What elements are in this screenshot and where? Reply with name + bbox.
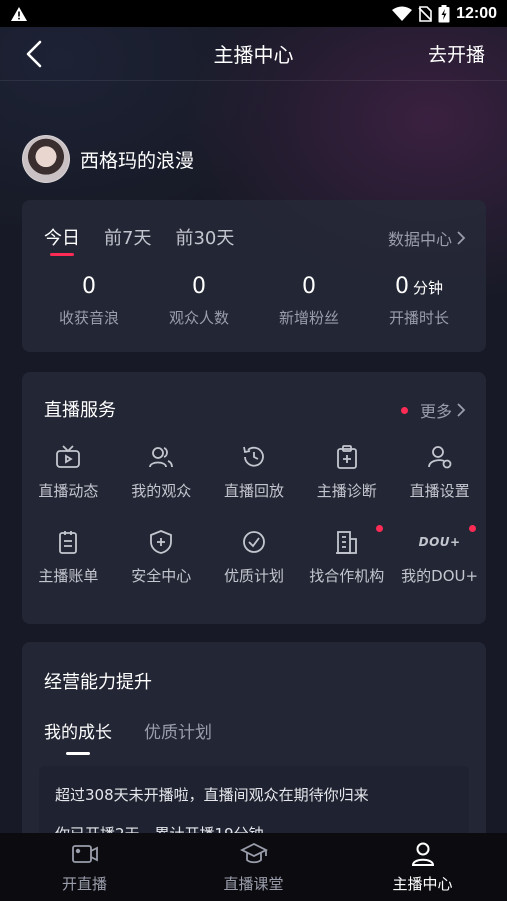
- replay-icon: [243, 446, 264, 467]
- tab-label: 我的成长: [44, 723, 112, 743]
- camera-icon: [71, 845, 98, 863]
- section-title: 经营能力提升: [44, 672, 152, 693]
- stat-value: 0: [394, 274, 409, 299]
- notification-dot: [376, 525, 384, 532]
- service-label: 优质计划: [223, 567, 284, 585]
- stats-row: 0 收获音浪 0 观众人数 0 新增粉丝 0 分钟 开播时长: [22, 274, 486, 328]
- data-center-label: 数据中心: [387, 230, 452, 249]
- service-label: 直播动态: [38, 482, 99, 500]
- graduation-cap-icon: [239, 842, 268, 864]
- building-icon: [335, 531, 357, 554]
- stat-live-duration[interactable]: 0 分钟 开播时长: [364, 274, 474, 328]
- nav-label: 主播中心: [392, 875, 453, 893]
- service-my-dou[interactable]: DOU+ 我的DOU+: [393, 525, 486, 586]
- service-replay[interactable]: 直播回放: [208, 444, 301, 501]
- section-title: 直播服务: [44, 400, 116, 421]
- data-center-link[interactable]: 数据中心: [388, 226, 466, 250]
- bottom-nav: 开直播 直播课堂 主播中心: [0, 833, 507, 901]
- service-label: 安全中心: [131, 567, 192, 585]
- nav-go-live[interactable]: 开直播: [0, 833, 169, 901]
- growth-tabs: 我的成长 优质计划: [44, 718, 212, 755]
- nav-label: 直播课堂: [223, 875, 284, 893]
- nav-label: 开直播: [61, 875, 107, 893]
- chevron-right-icon: [457, 231, 466, 245]
- active-tab-indicator: [66, 752, 90, 755]
- service-my-audience[interactable]: 我的观众: [115, 444, 208, 501]
- user-settings-icon: [427, 446, 451, 469]
- stat-value: 0: [192, 274, 206, 299]
- service-label: 主播诊断: [316, 482, 377, 500]
- tab-30-days[interactable]: 前30天: [175, 224, 234, 250]
- no-sim-icon: [418, 5, 432, 22]
- notification-dot: [469, 525, 476, 532]
- bill-icon: [59, 531, 78, 554]
- tab-today-label: 今日: [44, 228, 80, 249]
- stat-value: 0: [82, 274, 96, 299]
- service-label: 直播设置: [409, 482, 470, 500]
- status-bar: 12:00: [0, 0, 507, 27]
- service-label: 我的DOU+: [401, 567, 479, 585]
- live-service-card: 直播服务 更多 直播动态 我的观众 直播回放 主播诊断 直播设置 主播账单 安全…: [22, 372, 486, 624]
- stat-unit: 分钟: [412, 279, 443, 297]
- chevron-right-icon: [457, 403, 466, 417]
- stat-viewers[interactable]: 0 观众人数: [144, 274, 254, 328]
- stat-label: 收获音浪: [58, 309, 119, 327]
- username: 西格玛的浪漫: [80, 149, 195, 172]
- avatar[interactable]: [22, 135, 70, 183]
- profile[interactable]: 西格玛的浪漫: [22, 135, 194, 183]
- period-tabs: 今日 前7天 前30天: [44, 224, 234, 256]
- service-diagnosis[interactable]: 主播诊断: [300, 444, 393, 501]
- stat-income[interactable]: 0 收获音浪: [34, 274, 144, 328]
- audience-icon: [149, 447, 174, 468]
- service-label: 直播回放: [223, 482, 284, 500]
- service-live-settings[interactable]: 直播设置: [393, 444, 486, 501]
- stat-label: 开播时长: [388, 309, 449, 327]
- tab-7-days[interactable]: 前7天: [104, 224, 151, 250]
- service-label: 找合作机构: [309, 567, 385, 585]
- more-link[interactable]: 更多: [400, 398, 466, 422]
- tab-quality-plan[interactable]: 优质计划: [144, 718, 212, 743]
- stat-value: 0: [302, 274, 316, 299]
- nav-live-classroom[interactable]: 直播课堂: [169, 833, 338, 901]
- notice-line: 超过308天未开播啦，直播间观众在期待你归来: [55, 786, 369, 804]
- active-tab-indicator: [50, 253, 74, 256]
- service-security-center[interactable]: 安全中心: [115, 529, 208, 586]
- service-bill[interactable]: 主播账单: [22, 529, 115, 586]
- service-quality-plan[interactable]: 优质计划: [208, 529, 301, 586]
- dou-icon: DOU+: [418, 535, 461, 549]
- stat-label: 观众人数: [168, 309, 229, 327]
- service-live-feed[interactable]: 直播动态: [22, 444, 115, 501]
- service-label: 我的观众: [131, 482, 192, 500]
- more-label: 更多: [419, 402, 452, 421]
- wifi-icon: [392, 6, 413, 21]
- growth-card: 经营能力提升 我的成长 优质计划 超过308天未开播啦，直播间观众在期待你归来 …: [22, 642, 486, 862]
- stat-label: 新增粉丝: [278, 309, 339, 327]
- diagnosis-icon: [336, 445, 357, 469]
- header: 主播中心 去开播: [0, 27, 507, 81]
- nav-streamer-center[interactable]: 主播中心: [338, 833, 507, 901]
- service-find-agency[interactable]: 找合作机构: [300, 525, 393, 586]
- battery-icon: [438, 4, 450, 22]
- go-live-button[interactable]: 去开播: [428, 40, 485, 67]
- shield-icon: [150, 530, 173, 554]
- tv-icon: [56, 445, 81, 468]
- check-circle-icon: [243, 531, 265, 553]
- stats-card: 今日 前7天 前30天 数据中心 0 收获音浪 0 观众人数 0 新增粉丝 0分…: [22, 200, 486, 352]
- status-time: 12:00: [456, 4, 497, 22]
- service-label: 主播账单: [38, 567, 99, 585]
- service-grid: 直播动态 我的观众 直播回放 主播诊断 直播设置 主播账单 安全中心 优质计划 …: [22, 444, 486, 586]
- user-icon: [411, 842, 434, 866]
- warning-icon: [11, 6, 27, 21]
- tab-my-growth[interactable]: 我的成长: [44, 718, 112, 755]
- notification-dot: [400, 406, 408, 414]
- stat-new-fans[interactable]: 0 新增粉丝: [254, 274, 364, 328]
- tab-today[interactable]: 今日: [44, 224, 80, 256]
